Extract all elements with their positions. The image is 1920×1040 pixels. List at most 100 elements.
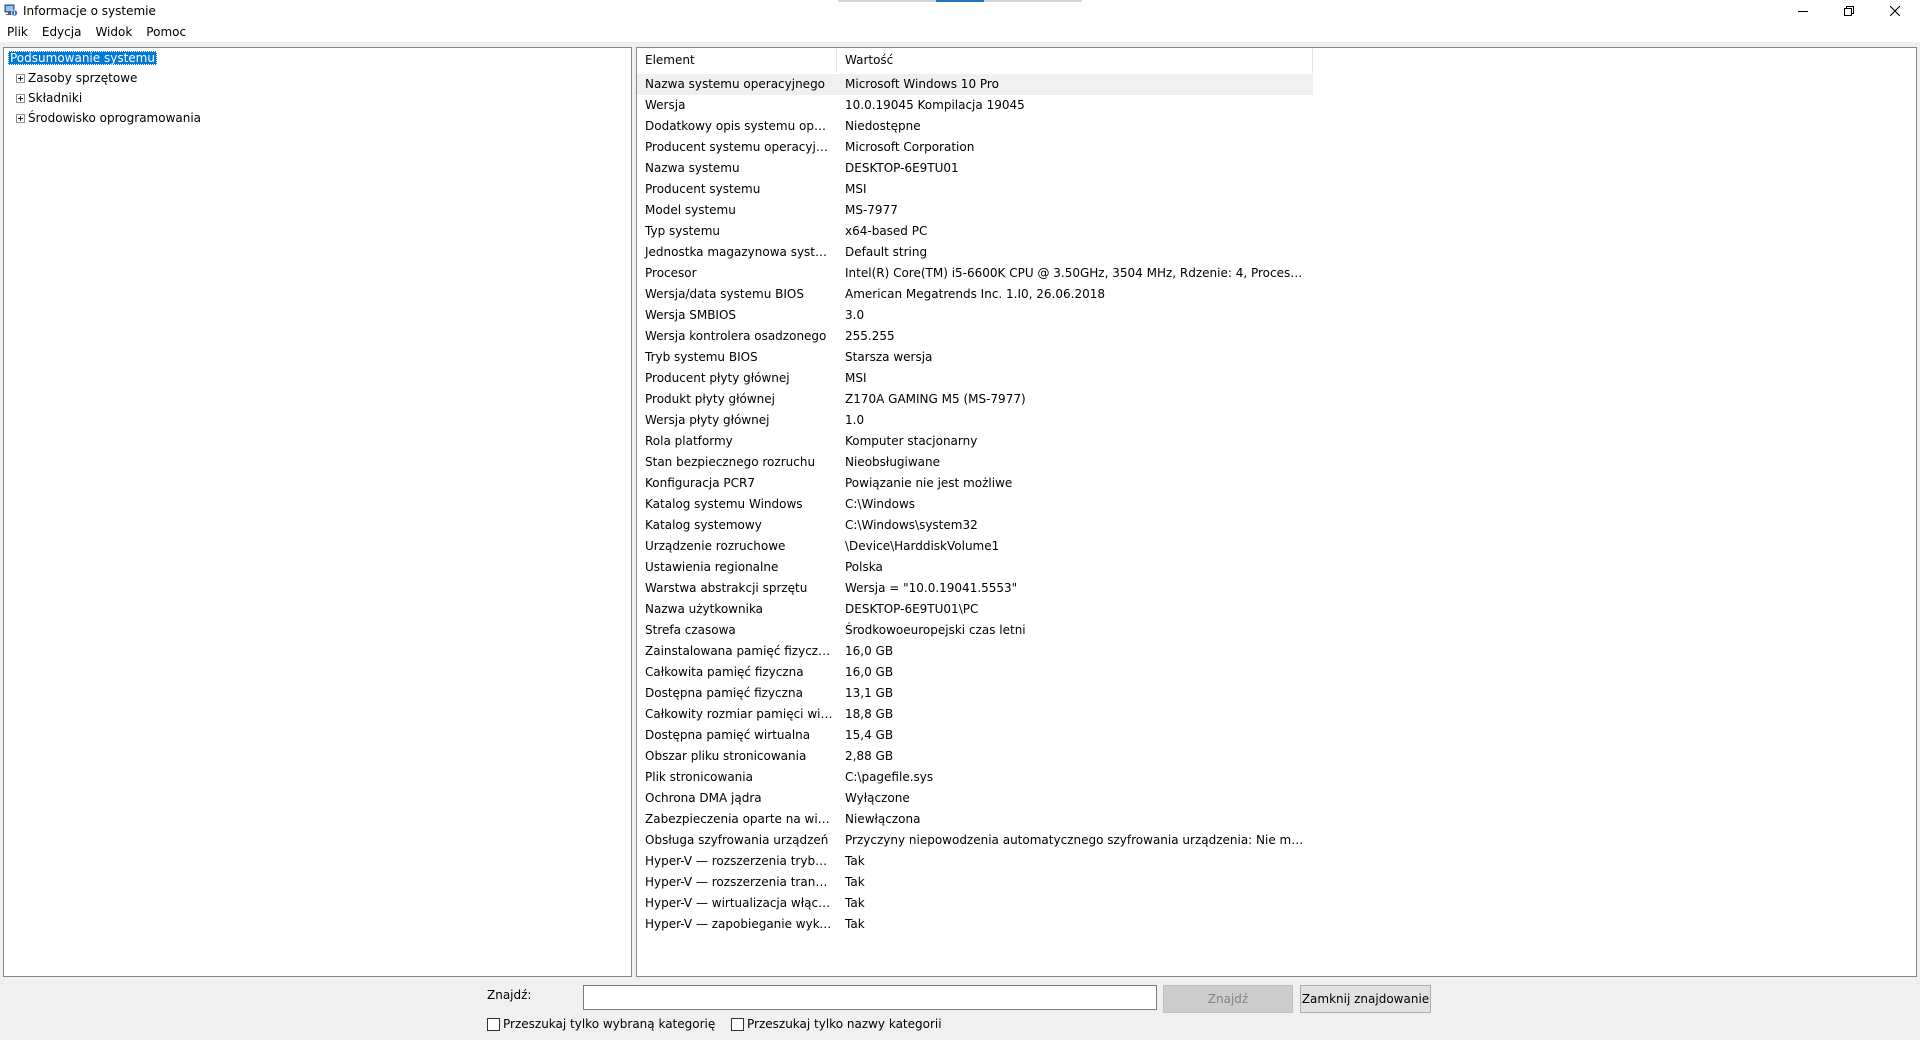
table-row[interactable]: Model systemu MS-7977 bbox=[637, 200, 1313, 221]
table-row[interactable]: Rola platformy Komputer stacjonarny bbox=[637, 431, 1313, 452]
plus-box-icon[interactable] bbox=[16, 113, 25, 123]
menu-file[interactable]: Plik bbox=[0, 22, 35, 42]
table-row[interactable]: Ustawienia regionalne Polska bbox=[637, 557, 1313, 578]
table-row[interactable]: Urządzenie rozruchowe \Device\HarddiskVol… bbox=[637, 536, 1313, 557]
row-value: Przyczyny niepowodzenia automatycznego s… bbox=[845, 833, 1313, 847]
row-value: MSI bbox=[845, 182, 867, 196]
tree-item-label: Podsumowanie systemu bbox=[8, 51, 157, 65]
column-header-value[interactable]: Wartość bbox=[837, 48, 1313, 73]
table-row[interactable]: Nazwa użytkownika DESKTOP-6E9TU01\PC bbox=[637, 599, 1313, 620]
table-row[interactable]: Jednostka magazynowa systemu Default stri… bbox=[637, 242, 1313, 263]
tree-item-system-summary[interactable]: Podsumowanie systemu bbox=[8, 49, 157, 67]
row-value: Intel(R) Core(TM) i5-6600K CPU @ 3.50GHz… bbox=[845, 266, 1313, 280]
table-row[interactable]: Wersja 10.0.19045 Kompilacja 19045 bbox=[637, 95, 1313, 116]
menu-edit[interactable]: Edycja bbox=[35, 22, 89, 42]
row-element: Obszar pliku stronicowania bbox=[645, 749, 807, 763]
table-row[interactable]: Zabezpieczenia oparte na wirtu... Niewłąc… bbox=[637, 809, 1313, 830]
tree-item-label: Środowisko oprogramowania bbox=[28, 111, 202, 125]
row-element: Hyper-V — wirtualizacja włączo... bbox=[645, 896, 837, 910]
table-row[interactable]: Produkt płyty głównej Z170A GAMING M5 (MS… bbox=[637, 389, 1313, 410]
row-value: Wersja = "10.0.19041.5553" bbox=[845, 581, 1018, 595]
row-element: Dostępna pamięć wirtualna bbox=[645, 728, 811, 742]
table-row[interactable]: Wersja płyty głównej 1.0 bbox=[637, 410, 1313, 431]
row-value: Z170A GAMING M5 (MS-7977) bbox=[845, 392, 1026, 406]
search-category-names-option[interactable]: Przeszukaj tylko nazwy kategorii bbox=[731, 1017, 942, 1031]
table-row[interactable]: Hyper-V — rozszerzenia trybu ... Tak bbox=[637, 851, 1313, 872]
table-row[interactable]: Hyper-V — rozszerzenia transl... Tak bbox=[637, 872, 1313, 893]
search-selected-category-checkbox[interactable] bbox=[487, 1017, 500, 1031]
table-row[interactable]: Konfiguracja PCR7 Powiązanie nie jest moż… bbox=[637, 473, 1313, 494]
find-button[interactable]: Znajdź bbox=[1163, 985, 1293, 1013]
table-row[interactable]: Obszar pliku stronicowania 2,88 GB bbox=[637, 746, 1313, 767]
title-progress-segment bbox=[936, 0, 984, 2]
tree-item-components[interactable]: Składniki bbox=[8, 89, 82, 107]
list-header: Element Wartość bbox=[637, 48, 1913, 73]
table-row[interactable]: Nazwa systemu DESKTOP-6E9TU01 bbox=[637, 158, 1313, 179]
table-row[interactable]: Katalog systemu Windows C:\Windows bbox=[637, 494, 1313, 515]
menu-view[interactable]: Widok bbox=[88, 22, 139, 42]
restore-button[interactable] bbox=[1826, 0, 1872, 22]
row-element: Wersja/data systemu BIOS bbox=[645, 287, 804, 301]
row-element: Produkt płyty głównej bbox=[645, 392, 775, 406]
table-row[interactable]: Całkowita pamięć fizyczna 16,0 GB bbox=[637, 662, 1313, 683]
table-row[interactable]: Procesor Intel(R) Core(TM) i5-6600K CPU @… bbox=[637, 263, 1313, 284]
row-value: 2,88 GB bbox=[845, 749, 894, 763]
table-row[interactable]: Wersja kontrolera osadzonego 255.255 bbox=[637, 326, 1313, 347]
details-list[interactable]: Element Wartość Nazwa systemu operacyjne… bbox=[636, 47, 1917, 977]
table-row[interactable]: Hyper-V — zapobieganie wyko... Tak bbox=[637, 914, 1313, 935]
row-element: Hyper-V — rozszerzenia trybu ... bbox=[645, 854, 837, 868]
table-row[interactable]: Nazwa systemu operacyjnego Microsoft Wind… bbox=[637, 74, 1313, 95]
table-row[interactable]: Wersja/data systemu BIOS American Megatre… bbox=[637, 284, 1313, 305]
search-category-names-label: Przeszukaj tylko nazwy kategorii bbox=[747, 1017, 942, 1031]
row-value: DESKTOP-6E9TU01 bbox=[845, 161, 959, 175]
table-row[interactable]: Producent systemu MSI bbox=[637, 179, 1313, 200]
menu-help[interactable]: Pomoc bbox=[139, 22, 193, 42]
minimize-button[interactable] bbox=[1780, 0, 1826, 22]
table-row[interactable]: Całkowity rozmiar pamięci wirt... 18,8 GB bbox=[637, 704, 1313, 725]
table-row[interactable]: Warstwa abstrakcji sprzętu Wersja = "10.0… bbox=[637, 578, 1313, 599]
row-value: 1.0 bbox=[845, 413, 865, 427]
table-row[interactable]: Wersja SMBIOS 3.0 bbox=[637, 305, 1313, 326]
table-row[interactable]: Producent systemu operacyjne... Microsoft… bbox=[637, 137, 1313, 158]
column-header-element[interactable]: Element bbox=[637, 48, 837, 73]
table-row[interactable]: Tryb systemu BIOS Starsza wersja bbox=[637, 347, 1313, 368]
table-row[interactable]: Typ systemu x64-based PC bbox=[637, 221, 1313, 242]
table-row[interactable]: Katalog systemowy C:\Windows\system32 bbox=[637, 515, 1313, 536]
close-find-button[interactable]: Zamknij znajdowanie bbox=[1300, 985, 1431, 1013]
close-button[interactable] bbox=[1872, 0, 1918, 22]
row-value: Niedostępne bbox=[845, 119, 921, 133]
plus-box-icon[interactable] bbox=[16, 93, 25, 103]
table-row[interactable]: Obsługa szyfrowania urządzeń Przyczyny ni… bbox=[637, 830, 1313, 851]
table-row[interactable]: Stan bezpiecznego rozruchu Nieobsługiwane bbox=[637, 452, 1313, 473]
list-body: Nazwa systemu operacyjnego Microsoft Wind… bbox=[637, 74, 1313, 935]
row-value: Microsoft Windows 10 Pro bbox=[845, 77, 999, 91]
row-element: Hyper-V — rozszerzenia transl... bbox=[645, 875, 837, 889]
find-input[interactable] bbox=[583, 985, 1157, 1010]
table-row[interactable]: Producent płyty głównej MSI bbox=[637, 368, 1313, 389]
table-row[interactable]: Dostępna pamięć wirtualna 15,4 GB bbox=[637, 725, 1313, 746]
category-tree[interactable]: Podsumowanie systemu Zasoby sprzętowe Sk… bbox=[3, 47, 632, 977]
table-row[interactable]: Dostępna pamięć fizyczna 13,1 GB bbox=[637, 683, 1313, 704]
row-value: Tak bbox=[845, 875, 865, 889]
search-selected-category-option[interactable]: Przeszukaj tylko wybraną kategorię bbox=[487, 1017, 715, 1031]
row-element: Całkowity rozmiar pamięci wirt... bbox=[645, 707, 837, 721]
row-element: Dostępna pamięć fizyczna bbox=[645, 686, 803, 700]
row-element: Strefa czasowa bbox=[645, 623, 736, 637]
table-row[interactable]: Dodatkowy opis systemu oper... Niedostępn… bbox=[637, 116, 1313, 137]
row-element: Warstwa abstrakcji sprzętu bbox=[645, 581, 808, 595]
table-row[interactable]: Hyper-V — wirtualizacja włączo... Tak bbox=[637, 893, 1313, 914]
table-row[interactable]: Strefa czasowa Środkowoeuropejski czas le… bbox=[637, 620, 1313, 641]
table-row[interactable]: Ochrona DMA jądra Wyłączone bbox=[637, 788, 1313, 809]
row-value: Tak bbox=[845, 917, 865, 931]
row-value: 16,0 GB bbox=[845, 665, 894, 679]
title-bar[interactable]: Informacje o systemie bbox=[0, 0, 1920, 22]
search-category-names-checkbox[interactable] bbox=[731, 1017, 744, 1031]
table-row[interactable]: Plik stronicowania C:\pagefile.sys bbox=[637, 767, 1313, 788]
row-value: Microsoft Corporation bbox=[845, 140, 975, 154]
tree-item-hardware-resources[interactable]: Zasoby sprzętowe bbox=[8, 69, 137, 87]
row-value: MSI bbox=[845, 371, 867, 385]
plus-box-icon[interactable] bbox=[16, 73, 25, 83]
tree-item-software-environment[interactable]: Środowisko oprogramowania bbox=[8, 109, 201, 127]
minimize-icon bbox=[1798, 11, 1808, 12]
table-row[interactable]: Zainstalowana pamięć fizyczna ... 16,0 GB bbox=[637, 641, 1313, 662]
